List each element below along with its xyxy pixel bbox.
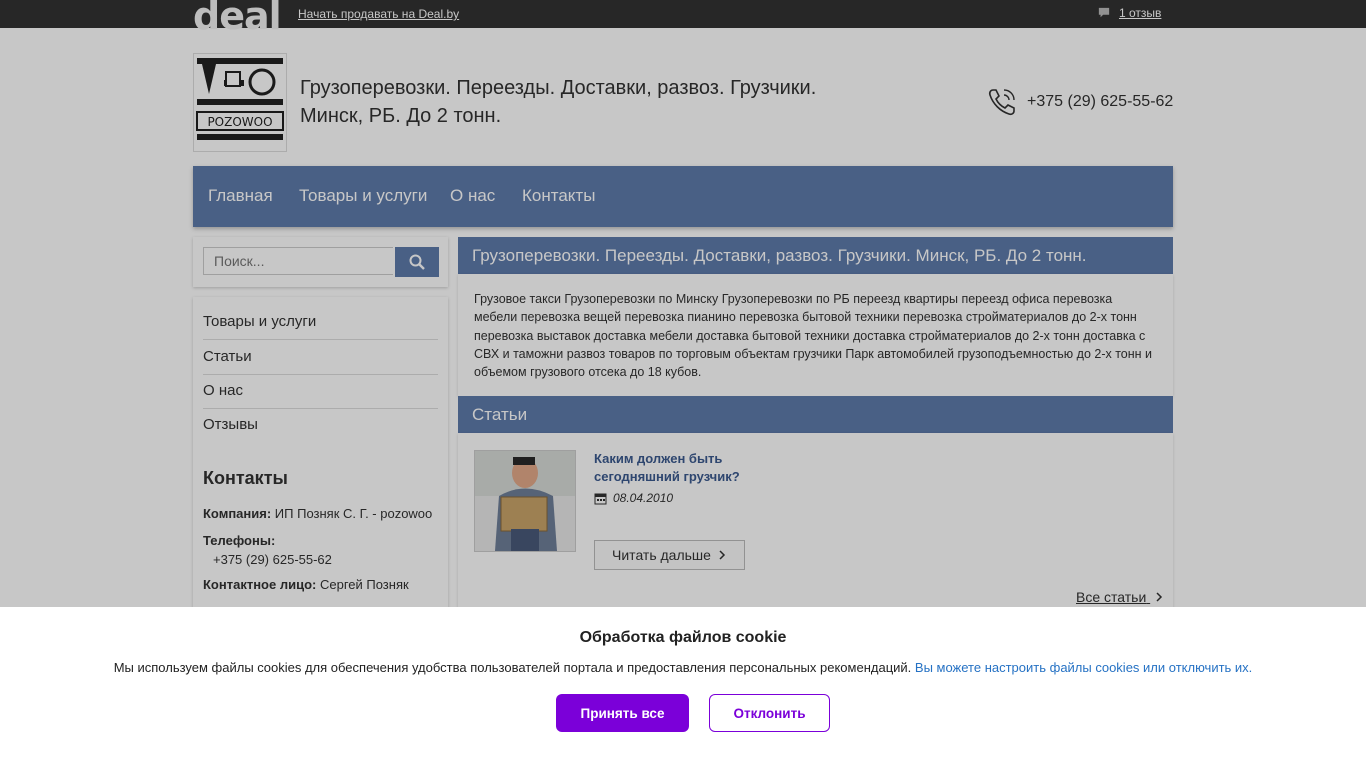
contact-person-label: Контактное лицо: [203, 577, 317, 592]
reviews-count[interactable]: 1 отзыв [1119, 6, 1161, 20]
cookie-title: Обработка файлов cookie [579, 629, 787, 646]
comment-icon [1098, 7, 1110, 18]
contact-person-value: Сергей Позняк [319, 577, 409, 592]
search-input[interactable] [203, 247, 393, 275]
articles-heading: Статьи [458, 396, 1173, 433]
phone-icon [988, 89, 1015, 116]
cookie-settings-link[interactable]: Вы можете настроить файлы cookies или от… [915, 660, 1252, 675]
cookie-description: Мы используем файлы cookies для обеспече… [113, 660, 912, 675]
cookie-banner: Обработка файлов cookie Мы используем фа… [0, 607, 1366, 768]
article-date-text: 08.04.2010 [613, 491, 674, 505]
articles-section: Каким должен быть сегодняшний грузчик? 0… [458, 433, 1173, 613]
cookie-text: Мы используем файлы cookies для обеспече… [0, 660, 1366, 675]
site-title: Грузоперевозки. Переезды. Доставки, разв… [300, 77, 817, 127]
decline-button[interactable]: Отклонить [709, 694, 830, 732]
pozowoo-logo-icon: POZOWOO [196, 58, 284, 140]
sidebar-item-reviews[interactable]: Отзывы [203, 416, 438, 442]
main-description: Грузовое такси Грузоперевозки по Минску … [458, 274, 1173, 396]
phones-label: Телефоны: [203, 533, 276, 548]
nav-home[interactable]: Главная [208, 186, 273, 206]
nav-products-services[interactable]: Товары и услуги [299, 186, 427, 206]
contact-person-row: Контактное лицо: Сергей Позняк [203, 577, 409, 592]
sidebar-menu: Товары и услуги Статьи О нас Отзывы Конт… [193, 297, 448, 637]
deal-logo[interactable]: deal [193, 0, 282, 38]
search-icon [409, 254, 425, 270]
sidebar-phone[interactable]: +375 (29) 625-55-62 [213, 552, 332, 567]
company-row: Компания: ИП Позняк С. Г. - pozowoo [203, 506, 432, 521]
article-date: 08.04.2010 [594, 491, 673, 505]
article-thumbnail[interactable] [474, 450, 576, 552]
chevron-right-icon [1156, 592, 1163, 602]
accept-all-button[interactable]: Принять все [556, 694, 689, 732]
search-box [193, 237, 448, 287]
sidebar-item-articles[interactable]: Статьи [203, 348, 438, 375]
top-bar: deal Начать продавать на Deal.by 1 отзыв [0, 0, 1366, 38]
contacts-title: Контакты [203, 468, 288, 488]
article-title-link[interactable]: Каким должен быть сегодняшний грузчик? [594, 450, 764, 486]
logo-wordmark: POZOWOO [207, 115, 272, 129]
company-label: Компания: [203, 506, 272, 521]
main-nav: Главная Товары и услуги О нас Контакты [193, 166, 1173, 227]
header-phone-number[interactable]: +375 (29) 625-55-62 [1027, 93, 1173, 111]
start-selling-link[interactable]: Начать продавать на Deal.by [298, 7, 459, 21]
main-heading: Грузоперевозки. Переезды. Доставки, разв… [458, 237, 1173, 274]
company-logo[interactable]: POZOWOO [193, 53, 287, 152]
calendar-icon [594, 493, 607, 504]
nav-contacts[interactable]: Контакты [522, 186, 595, 206]
header-phone[interactable]: +375 (29) 625-55-62 [987, 87, 1173, 117]
chevron-right-icon [719, 550, 726, 560]
read-more-label: Читать дальше [612, 547, 711, 563]
search-button[interactable] [395, 247, 439, 277]
nav-about[interactable]: О нас [450, 186, 495, 206]
all-articles-link[interactable]: Все статьи [1076, 589, 1164, 605]
company-value: ИП Позняк С. Г. - pozowoo [274, 506, 433, 521]
sidebar-item-about[interactable]: О нас [203, 382, 438, 409]
sidebar-item-products[interactable]: Товары и услуги [203, 313, 438, 340]
reviews-link[interactable]: 1 отзыв [1097, 6, 1161, 20]
read-more-button[interactable]: Читать дальше [594, 540, 745, 570]
